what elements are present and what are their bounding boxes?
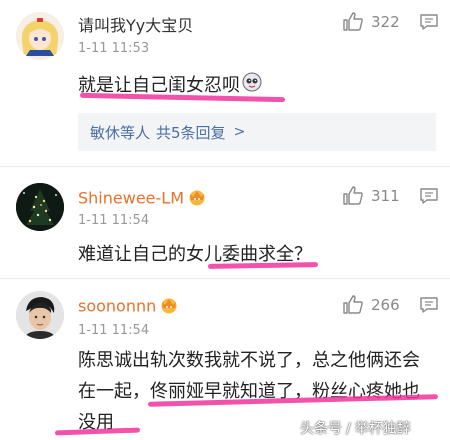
comment-item: Shinewee-LM 1-11 11:54 311 难道让自己的女儿委曲求全？ bbox=[0, 167, 450, 277]
watermark-author: 举杯独醉 bbox=[354, 421, 411, 437]
avatar[interactable] bbox=[16, 183, 64, 231]
avatar[interactable] bbox=[16, 291, 64, 339]
watermark-separator: / bbox=[346, 421, 351, 437]
like-count: 311 bbox=[371, 186, 400, 205]
comment-item: 请叫我Yy大宝贝 1-11 11:53 322 就是让自己闺女忍呗 敏休等人 共… bbox=[0, 0, 450, 166]
comment-username[interactable]: Shinewee-LM bbox=[78, 188, 207, 210]
comment-text-line: 陈思诚出轨次数我就不说了，总之他俩还会 bbox=[78, 350, 420, 371]
comment-timestamp: 1-11 11:53 bbox=[78, 41, 150, 56]
replies-count: 共5条回复 bbox=[156, 123, 226, 142]
comment-username[interactable]: 请叫我Yy大宝贝 bbox=[78, 12, 193, 36]
reply-icon[interactable] bbox=[419, 187, 439, 205]
like-button[interactable]: 322 bbox=[343, 12, 400, 31]
watermark: 头条号 / 举杯独醉 bbox=[300, 418, 411, 438]
like-button[interactable]: 266 bbox=[343, 295, 400, 314]
vip-crown-badge-icon bbox=[159, 296, 179, 318]
replies-link[interactable]: 敏休等人 共5条回复 > bbox=[78, 113, 436, 151]
comment-timestamp: 1-11 11:54 bbox=[78, 323, 150, 338]
thumbs-up-icon bbox=[343, 186, 363, 205]
reply-icon[interactable] bbox=[419, 13, 439, 31]
reply-icon[interactable] bbox=[419, 296, 439, 314]
replies-names: 敏休等人 bbox=[90, 123, 151, 142]
vip-crown-badge-icon bbox=[187, 188, 207, 210]
watermark-source: 头条号 bbox=[300, 421, 342, 437]
chevron-right-icon: > bbox=[233, 124, 246, 140]
comment-timestamp: 1-11 11:54 bbox=[78, 213, 150, 228]
comment-username-text: Shinewee-LM bbox=[78, 188, 184, 208]
like-button[interactable]: 311 bbox=[343, 186, 400, 205]
avatar[interactable] bbox=[16, 12, 64, 60]
like-count: 266 bbox=[371, 295, 400, 314]
comment-username[interactable]: soononnn bbox=[78, 296, 179, 318]
thumbs-up-icon bbox=[343, 12, 363, 31]
thumbs-up-icon bbox=[343, 295, 363, 314]
like-count: 322 bbox=[371, 12, 400, 31]
comment-item: soononnn 1-11 11:54 266 陈思诚出轨次数我就不说了，总之他… bbox=[0, 279, 450, 440]
comment-username-text: soononnn bbox=[78, 296, 157, 316]
